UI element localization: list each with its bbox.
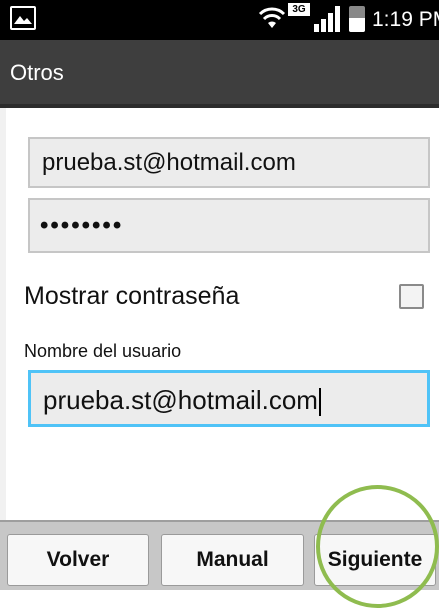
email-field[interactable]: prueba.st@hotmail.com bbox=[28, 137, 430, 188]
content-edge bbox=[0, 108, 6, 520]
show-password-checkbox[interactable] bbox=[399, 284, 424, 309]
username-value: prueba.st@hotmail.com bbox=[43, 385, 318, 415]
show-password-label: Mostrar contraseña bbox=[24, 282, 240, 310]
page-title: Otros bbox=[10, 60, 64, 85]
text-cursor bbox=[318, 388, 321, 417]
next-button[interactable]: Siguiente bbox=[314, 534, 436, 586]
username-label: Nombre del usuario bbox=[24, 341, 182, 361]
status-bar: 3G 1:19 PM bbox=[0, 0, 439, 40]
wifi-icon bbox=[258, 7, 286, 28]
password-field[interactable]: •••••••• bbox=[28, 198, 430, 253]
manual-button[interactable]: Manual bbox=[161, 534, 304, 586]
back-button[interactable]: Volver bbox=[7, 534, 149, 586]
bottom-button-bar: Volver Manual Siguiente bbox=[0, 520, 439, 590]
status-time: 1:19 PM bbox=[372, 8, 439, 31]
network-type-badge: 3G bbox=[288, 3, 310, 16]
title-divider bbox=[0, 104, 439, 108]
gallery-icon bbox=[10, 6, 36, 30]
battery-icon bbox=[349, 6, 365, 32]
signal-icon bbox=[314, 6, 340, 32]
username-field[interactable]: prueba.st@hotmail.com bbox=[28, 370, 430, 427]
title-bar: Otros bbox=[0, 40, 439, 104]
